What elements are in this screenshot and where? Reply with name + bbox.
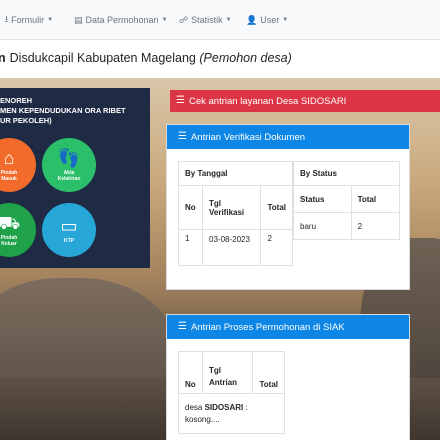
col-header-tgl-antrian: Tgl Antrian — [201, 351, 254, 394]
table-row: desa SIDOSARI : kosong.... — [178, 393, 285, 434]
card-antrian-proses-siak: ☰ Antrian Proses Permohonan di SIAK No T… — [166, 314, 410, 440]
poster-item-akta-kelahiran: 👣 Akta Kelahiran — [42, 138, 96, 192]
top-navbar: ⭳ Formulir ▼ ▤ Data Permohonan ▼ ☍ Stati… — [0, 0, 440, 40]
card-title-verifikasi: Antrian Verifikasi Dokumen — [190, 131, 306, 143]
nav-formulir[interactable]: ⭳ Formulir ▼ — [5, 12, 53, 28]
nav-user-label: User — [260, 15, 280, 25]
caret-down-icon: ▼ — [161, 17, 168, 23]
footprints-icon: 👣 — [57, 148, 81, 168]
empty-queue-message: desa SIDOSARI : kosong.... — [178, 393, 285, 434]
house-icon: ⌂ — [3, 148, 15, 168]
cell-status: baru — [293, 212, 352, 240]
caret-down-icon: ▼ — [282, 17, 289, 23]
list-icon: ☰ — [178, 131, 187, 142]
poster-text: ENOREH MEN KEPENDUDUKAN ORA RIBET UR PEK… — [0, 96, 150, 126]
caret-down-icon: ▼ — [225, 17, 232, 23]
card-header-siak: ☰ Antrian Proses Permohonan di SIAK — [167, 315, 409, 339]
poster-item-caption: Masuk — [1, 176, 17, 182]
empty-text: kosong.... — [185, 414, 220, 424]
cell-total: 2 — [350, 212, 401, 240]
table-row: 1 03-08-2023 2 — [178, 229, 293, 266]
list-icon: ☰ — [176, 95, 185, 106]
cell-total: 2 — [260, 229, 293, 266]
poster-item-ktp: ▭ KTP — [42, 203, 96, 257]
empty-suffix: : — [245, 402, 248, 412]
caret-down-icon: ▼ — [47, 17, 54, 23]
poster-item-caption: Keluar — [1, 241, 17, 247]
col-header-tgl-verifikasi: Tgl Verifikasi — [201, 185, 262, 230]
card-title-siak: Antrian Proses Permohonan di SIAK — [190, 321, 345, 333]
poster-item-caption: KTP — [64, 238, 74, 244]
cell-tgl-verifikasi: 03-08-2023 — [201, 229, 262, 266]
col-header-no: No — [178, 185, 203, 230]
poster-item-pindah-masuk: ⌂ Pindah Masuk — [0, 138, 36, 192]
page-title: n Disdukcapil Kabupaten Magelang (Pemohon… — [0, 51, 292, 65]
nav-statistik[interactable]: ☍ Statistik ▼ — [179, 12, 232, 28]
col-header-total: Total — [350, 185, 401, 213]
page-title-lead: n — [0, 51, 6, 65]
nav-formulir-label: Formulir — [11, 15, 45, 25]
chart-icon: ☍ — [179, 14, 189, 25]
page-header: n Disdukcapil Kabupaten Magelang (Pemohon… — [0, 40, 440, 78]
page-title-text: Disdukcapil Kabupaten Magelang — [9, 51, 196, 65]
table-by-tanggal: By Tanggal No Tgl Verifikasi Total 1 03-… — [178, 161, 293, 266]
poster-line-2: MEN KEPENDUDUKAN ORA RIBET — [0, 106, 126, 115]
nav-user[interactable]: 👤 User ▼ — [246, 12, 288, 28]
id-card-icon: ▭ — [60, 216, 78, 236]
col-header-no: No — [178, 351, 203, 394]
card-antrian-verifikasi: ☰ Antrian Verifikasi Dokumen By Tanggal … — [166, 124, 410, 290]
poster-line-1: ENOREH — [0, 96, 33, 105]
poster-item-pindah-keluar: ⛟ Pindah Keluar — [0, 203, 36, 257]
empty-desa-name: SIDOSARI — [204, 402, 244, 412]
nav-data-permohonan[interactable]: ▤ Data Permohonan ▼ — [74, 12, 168, 28]
table-title-by-status: By Status — [293, 161, 400, 186]
poster-item-caption: Kelahiran — [57, 176, 81, 182]
file-icon: ▤ — [74, 14, 83, 25]
table-row: baru 2 — [293, 212, 401, 240]
page-title-subtitle: (Pemohon desa) — [199, 51, 292, 65]
download-icon: ⭳ — [5, 14, 9, 24]
cek-antrian-label: Cek antrian layanan Desa SIDOSARI — [188, 95, 347, 107]
table-title-by-tanggal: By Tanggal — [178, 161, 293, 186]
card-header-verifikasi: ☰ Antrian Verifikasi Dokumen — [167, 125, 409, 149]
service-poster: ENOREH MEN KEPENDUDUKAN ORA RIBET UR PEK… — [0, 88, 150, 268]
col-header-total: Total — [260, 185, 293, 230]
nav-data-permohonan-label: Data Permohonan — [85, 15, 159, 25]
user-icon: 👤 — [246, 14, 258, 25]
table-by-status: By Status Status Total baru 2 — [293, 161, 401, 240]
truck-icon: ⛟ — [0, 213, 21, 233]
empty-prefix: desa — [185, 402, 203, 412]
nav-statistik-label: Statistik — [191, 15, 223, 25]
poster-line-3: UR PEKOLEH) — [0, 116, 52, 125]
table-proses-siak: No Tgl Antrian Total desa SIDOSARI : kos… — [178, 351, 285, 434]
list-icon: ☰ — [178, 321, 187, 332]
cell-no: 1 — [178, 229, 203, 266]
cek-antrian-bar[interactable]: ☰ Cek antrian layanan Desa SIDOSARI — [170, 90, 440, 112]
col-header-status: Status — [293, 185, 352, 213]
col-header-total: Total — [252, 351, 285, 394]
